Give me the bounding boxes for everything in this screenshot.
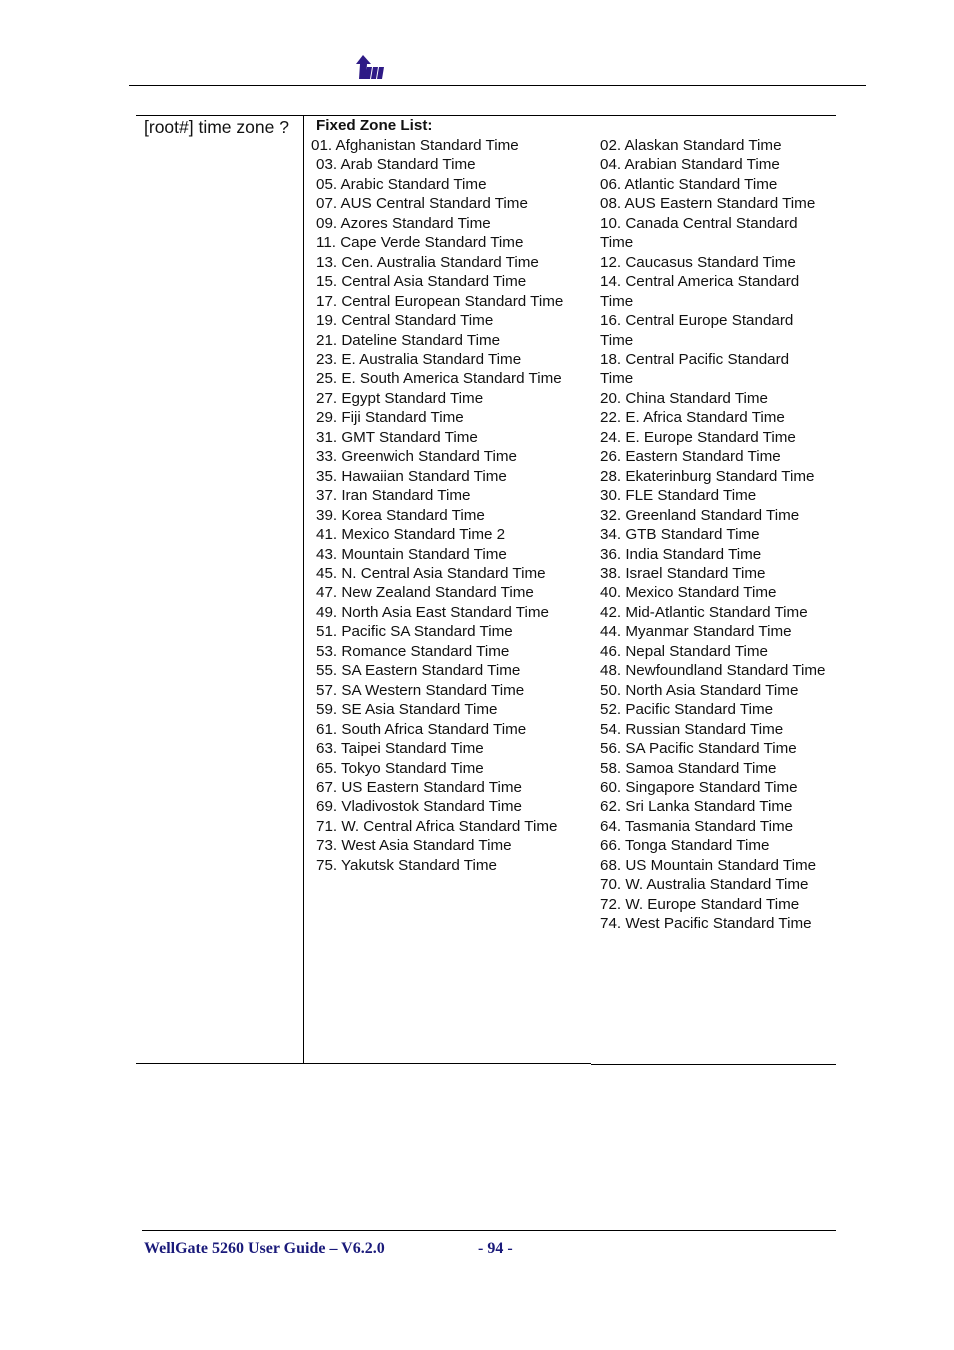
zone-list-item: 31. GMT Standard Time — [316, 428, 478, 446]
zone-list-item: 64. Tasmania Standard Time — [600, 817, 794, 835]
zone-list-item: 55. SA Eastern Standard Time — [316, 662, 521, 680]
zone-list-item: 15. Central Asia Standard Time — [316, 273, 527, 291]
zone-list-item: 07. AUS Central Standard Time — [316, 195, 528, 213]
zone-list-item: 71. W. Central Africa Standard Time — [316, 817, 558, 835]
zone-list-item: 47. New Zealand Standard Time — [316, 584, 534, 602]
wellgate-logo-icon — [355, 55, 385, 83]
zone-list-item: 02. Alaskan Standard Time — [600, 137, 782, 154]
footer-page-number: - 94 - — [478, 1240, 513, 1257]
zone-list-item: 51. Pacific SA Standard Time — [316, 623, 513, 641]
zone-list-item: 75. Yakutsk Standard Time — [316, 856, 497, 874]
zone-list-item: 06. Atlantic Standard Time — [600, 175, 778, 193]
zone-list-item: 19. Central Standard Time — [316, 312, 494, 330]
zone-list-item: 52. Pacific Standard Time — [600, 701, 774, 719]
zone-list-item: 32. Greenland Standard Time — [600, 506, 800, 524]
zone-list-left-column: 01. Afghanistan Standard Time 03. Arab St… — [311, 136, 587, 875]
zone-list-item: 46. Nepal Standard Time — [600, 642, 769, 660]
zone-list-item: 36. India Standard Time — [600, 545, 762, 563]
zone-list-item: 12. Caucasus Standard Time — [600, 253, 796, 271]
command-text: [root#] time zone ? — [144, 117, 289, 137]
zone-list-item: 74. West Pacific Standard Time — [600, 915, 812, 933]
zone-list-item: 27. Egypt Standard Time — [316, 389, 484, 407]
zone-list-item: 20. China Standard Time — [600, 389, 769, 407]
zone-list-item: 28. Ekaterinburg Standard Time — [600, 467, 815, 485]
zone-list-item: 45. N. Central Asia Standard Time — [316, 564, 546, 582]
zone-list-item: 34. GTB Standard Time — [600, 526, 760, 544]
zone-list-item: 70. W. Australia Standard Time — [600, 876, 809, 894]
zone-list-item: 49. North Asia East Standard Time — [316, 603, 549, 621]
zone-list-item: 01. Afghanistan Standard Time — [311, 137, 519, 154]
zone-list-item: 48. Newfoundland Standard Time — [600, 662, 826, 680]
header-divider — [129, 85, 866, 86]
zone-list-item: 40. Mexico Standard Time — [600, 584, 777, 602]
zone-list-item: 13. Cen. Australia Standard Time — [316, 253, 539, 271]
zone-list-item: 14. Central America Standard Time — [600, 273, 800, 310]
zone-list-item: 43. Mountain Standard Time — [316, 545, 507, 563]
zone-list-item: 60. Singapore Standard Time — [600, 778, 798, 796]
zone-list-item: 03. Arab Standard Time — [316, 156, 476, 174]
zone-list-item: 23. E. Australia Standard Time — [316, 350, 522, 368]
zone-list-item: 21. Dateline Standard Time — [316, 331, 501, 349]
zone-list-item: 63. Taipei Standard Time — [316, 740, 484, 758]
table-bottom-border-left — [136, 1063, 591, 1064]
zone-list-item: 50. North Asia Standard Time — [600, 681, 799, 699]
zone-list-item: 69. Vladivostok Standard Time — [316, 798, 522, 816]
zone-list-item: 54. Russian Standard Time — [600, 720, 784, 738]
zone-list-item: 62. Sri Lanka Standard Time — [600, 798, 793, 816]
zone-list-item: 10. Canada Central Standard Time — [600, 214, 798, 252]
zone-list-right-column: 02. Alaskan Standard Time 04. Arabian Sta… — [600, 136, 826, 934]
zone-list-item: 41. Mexico Standard Time 2 — [316, 526, 506, 544]
zone-list-item: 29. Fiji Standard Time — [316, 409, 464, 427]
zone-list-item: 17. Central European Standard Time — [316, 292, 564, 310]
zone-list-item: 57. SA Western Standard Time — [316, 681, 525, 699]
footer-document-title: WellGate 5260 User Guide – V6.2.0 — [144, 1240, 385, 1257]
footer-divider — [142, 1230, 836, 1231]
zone-list-title: Fixed Zone List: — [316, 117, 433, 134]
zone-list-item: 33. Greenwich Standard Time — [316, 448, 517, 466]
zone-list-item: 24. E. Europe Standard Time — [600, 428, 796, 446]
zone-list-item: 18. Central Pacific Standard Time — [600, 350, 790, 388]
zone-list-item: 39. Korea Standard Time — [316, 506, 485, 524]
zone-list-item: 35. Hawaiian Standard Time — [316, 467, 507, 485]
zone-list-item: 11. Cape Verde Standard Time — [316, 234, 524, 252]
zone-list-item: 16. Central Europe Standard Time — [600, 312, 794, 349]
zone-list-item: 65. Tokyo Standard Time — [316, 759, 484, 777]
zone-list-item: 26. Eastern Standard Time — [600, 448, 781, 466]
zone-list-item: 42. Mid-Atlantic Standard Time — [600, 603, 808, 621]
zone-list-item: 72. W. Europe Standard Time — [600, 895, 800, 913]
zone-list-item: 22. E. Africa Standard Time — [600, 409, 785, 427]
zone-list-item: 59. SE Asia Standard Time — [316, 701, 498, 719]
table-bottom-border-right — [591, 1064, 836, 1065]
zone-list-item: 05. Arabic Standard Time — [316, 175, 487, 193]
zone-list-item: 56. SA Pacific Standard Time — [600, 740, 797, 758]
zone-list-item: 09. Azores Standard Time — [316, 214, 491, 232]
zone-list-item: 08. AUS Eastern Standard Time — [600, 195, 816, 213]
zone-list-item: 30. FLE Standard Time — [600, 487, 757, 505]
zone-list-item: 38. Israel Standard Time — [600, 564, 766, 582]
zone-list-item: 68. US Mountain Standard Time — [600, 856, 817, 874]
zone-list-item: 73. West Asia Standard Time — [316, 837, 512, 855]
table-column-divider — [303, 115, 304, 1063]
zone-list-item: 44. Myanmar Standard Time — [600, 623, 792, 641]
zone-list-item: 53. Romance Standard Time — [316, 642, 510, 660]
zone-list-item: 37. Iran Standard Time — [316, 487, 471, 505]
zone-list-item: 25. E. South America Standard Time — [316, 370, 562, 388]
zone-list-item: 67. US Eastern Standard Time — [316, 778, 522, 796]
zone-list-item: 66. Tonga Standard Time — [600, 837, 770, 855]
zone-list-item: 61. South Africa Standard Time — [316, 720, 527, 738]
zone-list-item: 04. Arabian Standard Time — [600, 156, 780, 174]
zone-list-item: 58. Samoa Standard Time — [600, 759, 777, 777]
